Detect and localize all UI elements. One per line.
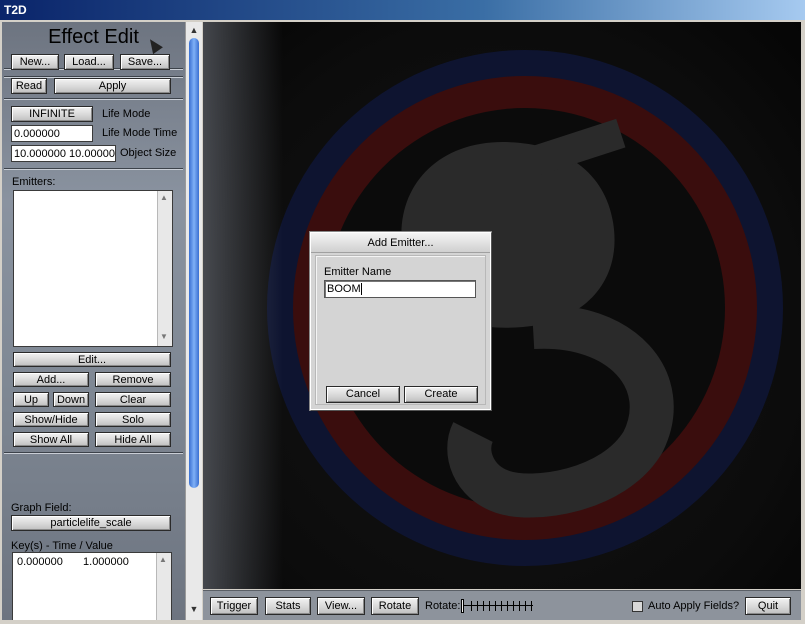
emitters-label: Emitters: bbox=[12, 176, 56, 188]
checkbox-icon[interactable] bbox=[632, 601, 643, 612]
show-hide-button[interactable]: Show/Hide bbox=[13, 412, 89, 427]
life-mode-button[interactable]: INFINITE bbox=[11, 106, 93, 122]
load-button[interactable]: Load... bbox=[64, 54, 114, 70]
window-titlebar: T2D bbox=[0, 0, 805, 20]
garagegames-logo-watermark bbox=[267, 50, 783, 566]
new-button[interactable]: New... bbox=[11, 54, 59, 70]
read-button[interactable]: Read bbox=[11, 78, 47, 94]
bottom-toolbar: Trigger Stats View... Rotate Rotate: Aut… bbox=[203, 590, 801, 620]
window-title: T2D bbox=[4, 3, 27, 17]
divider bbox=[4, 98, 183, 100]
divider bbox=[4, 168, 183, 170]
clear-button[interactable]: Clear bbox=[95, 392, 171, 407]
scroll-down-icon[interactable]: ▼ bbox=[187, 602, 201, 616]
hide-all-button[interactable]: Hide All bbox=[95, 432, 171, 447]
keys-label: Key(s) - Time / Value bbox=[11, 540, 113, 552]
scroll-up-icon[interactable]: ▲ bbox=[158, 555, 168, 565]
dialog-body: Emitter Name BOOM Cancel Create bbox=[315, 255, 486, 405]
graph-field-selector[interactable]: particlelife_scale bbox=[11, 515, 171, 531]
life-mode-time-input[interactable]: 0.000000 bbox=[11, 125, 93, 142]
emitter-name-value: BOOM bbox=[327, 283, 361, 295]
scroll-up-icon[interactable]: ▲ bbox=[187, 23, 201, 37]
life-mode-label: Life Mode bbox=[102, 108, 151, 120]
slider-thumb[interactable] bbox=[461, 599, 464, 613]
emitters-list[interactable]: ▲ ▼ bbox=[13, 190, 173, 347]
add-emitter-button[interactable]: Add... bbox=[13, 372, 89, 387]
text-caret bbox=[360, 283, 362, 296]
view-button[interactable]: View... bbox=[317, 597, 365, 615]
keys-list[interactable]: 0.000000 1.000000 ▲ bbox=[12, 552, 172, 620]
move-down-button[interactable]: Down bbox=[53, 392, 89, 407]
auto-apply-label: Auto Apply Fields? bbox=[648, 600, 740, 612]
scroll-up-icon[interactable]: ▲ bbox=[159, 193, 169, 203]
add-emitter-dialog: Add Emitter... Emitter Name BOOM Cancel … bbox=[310, 232, 491, 410]
trigger-button[interactable]: Trigger bbox=[210, 597, 258, 615]
graph-field-label: Graph Field: bbox=[11, 502, 72, 514]
quit-button[interactable]: Quit bbox=[745, 597, 791, 615]
create-button[interactable]: Create bbox=[404, 386, 478, 403]
stats-button[interactable]: Stats bbox=[265, 597, 311, 615]
solo-button[interactable]: Solo bbox=[95, 412, 171, 427]
scene-viewport[interactable] bbox=[203, 22, 801, 589]
panel-scrollbar[interactable]: ▲ ▼ bbox=[185, 22, 202, 620]
viewport-shading bbox=[203, 22, 283, 589]
emitter-name-input[interactable]: BOOM bbox=[324, 280, 476, 298]
cancel-button[interactable]: Cancel bbox=[326, 386, 400, 403]
edit-emitter-button[interactable]: Edit... bbox=[13, 352, 171, 367]
object-size-input[interactable]: 10.000000 10.000000 bbox=[11, 145, 116, 162]
show-all-button[interactable]: Show All bbox=[13, 432, 89, 447]
scroll-down-icon[interactable]: ▼ bbox=[159, 332, 169, 342]
rotate-label: Rotate: bbox=[425, 600, 461, 612]
apply-button[interactable]: Apply bbox=[54, 78, 171, 94]
remove-emitter-button[interactable]: Remove bbox=[95, 372, 171, 387]
dialog-title: Add Emitter... bbox=[311, 233, 490, 253]
effect-edit-panel: Effect Edit New... Load... Save... Read … bbox=[2, 22, 185, 620]
rotate-slider[interactable] bbox=[461, 599, 533, 613]
move-up-button[interactable]: Up bbox=[13, 392, 49, 407]
emitters-list-scrollbar[interactable]: ▲ ▼ bbox=[157, 191, 172, 346]
save-button[interactable]: Save... bbox=[120, 54, 170, 70]
scroll-thumb[interactable] bbox=[189, 38, 199, 488]
emitter-name-label: Emitter Name bbox=[324, 266, 392, 278]
object-size-label: Object Size bbox=[120, 147, 177, 159]
key-time: 0.000000 bbox=[17, 556, 63, 568]
life-mode-time-label: Life Mode Time bbox=[102, 127, 178, 139]
keys-list-scrollbar[interactable]: ▲ bbox=[156, 553, 171, 620]
key-row[interactable]: 0.000000 1.000000 bbox=[17, 556, 129, 568]
rotate-button[interactable]: Rotate bbox=[371, 597, 419, 615]
key-value: 1.000000 bbox=[83, 556, 129, 568]
divider bbox=[4, 452, 183, 454]
